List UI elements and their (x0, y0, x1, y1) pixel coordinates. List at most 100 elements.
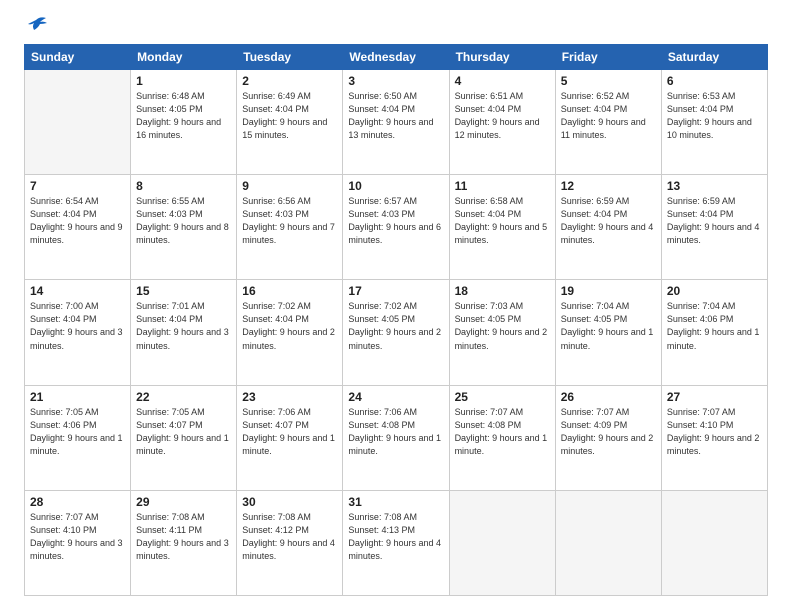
calendar-cell (449, 490, 555, 595)
calendar-cell: 22 Sunrise: 7:05 AMSunset: 4:07 PMDayligh… (131, 385, 237, 490)
day-number: 9 (242, 179, 337, 193)
day-info: Sunrise: 7:02 AMSunset: 4:04 PMDaylight:… (242, 300, 337, 352)
calendar-week-row: 28 Sunrise: 7:07 AMSunset: 4:10 PMDayligh… (25, 490, 768, 595)
calendar-cell: 27 Sunrise: 7:07 AMSunset: 4:10 PMDayligh… (661, 385, 767, 490)
calendar-day-header: Monday (131, 45, 237, 70)
calendar-cell: 24 Sunrise: 7:06 AMSunset: 4:08 PMDayligh… (343, 385, 449, 490)
calendar-cell: 25 Sunrise: 7:07 AMSunset: 4:08 PMDayligh… (449, 385, 555, 490)
day-number: 20 (667, 284, 762, 298)
day-number: 30 (242, 495, 337, 509)
day-info: Sunrise: 7:01 AMSunset: 4:04 PMDaylight:… (136, 300, 231, 352)
day-info: Sunrise: 6:55 AMSunset: 4:03 PMDaylight:… (136, 195, 231, 247)
day-number: 4 (455, 74, 550, 88)
day-number: 1 (136, 74, 231, 88)
day-info: Sunrise: 7:08 AMSunset: 4:11 PMDaylight:… (136, 511, 231, 563)
day-number: 15 (136, 284, 231, 298)
day-number: 11 (455, 179, 550, 193)
day-info: Sunrise: 7:06 AMSunset: 4:08 PMDaylight:… (348, 406, 443, 458)
calendar-cell (25, 70, 131, 175)
day-number: 16 (242, 284, 337, 298)
calendar-cell: 3 Sunrise: 6:50 AMSunset: 4:04 PMDaylight… (343, 70, 449, 175)
day-number: 6 (667, 74, 762, 88)
day-info: Sunrise: 6:50 AMSunset: 4:04 PMDaylight:… (348, 90, 443, 142)
calendar-cell: 31 Sunrise: 7:08 AMSunset: 4:13 PMDayligh… (343, 490, 449, 595)
day-number: 25 (455, 390, 550, 404)
day-number: 12 (561, 179, 656, 193)
day-info: Sunrise: 6:51 AMSunset: 4:04 PMDaylight:… (455, 90, 550, 142)
calendar-cell: 14 Sunrise: 7:00 AMSunset: 4:04 PMDayligh… (25, 280, 131, 385)
calendar-cell: 15 Sunrise: 7:01 AMSunset: 4:04 PMDayligh… (131, 280, 237, 385)
day-info: Sunrise: 7:08 AMSunset: 4:13 PMDaylight:… (348, 511, 443, 563)
day-info: Sunrise: 6:49 AMSunset: 4:04 PMDaylight:… (242, 90, 337, 142)
day-number: 2 (242, 74, 337, 88)
day-number: 13 (667, 179, 762, 193)
day-number: 7 (30, 179, 125, 193)
day-info: Sunrise: 6:48 AMSunset: 4:05 PMDaylight:… (136, 90, 231, 142)
day-info: Sunrise: 7:07 AMSunset: 4:09 PMDaylight:… (561, 406, 656, 458)
calendar-week-row: 21Sunrise: 7:05 AMSunset: 4:06 PMDayligh… (25, 385, 768, 490)
day-number: 22 (136, 390, 231, 404)
day-number: 26 (561, 390, 656, 404)
calendar-cell: 11Sunrise: 6:58 AMSunset: 4:04 PMDayligh… (449, 175, 555, 280)
day-number: 19 (561, 284, 656, 298)
day-number: 3 (348, 74, 443, 88)
day-info: Sunrise: 7:03 AMSunset: 4:05 PMDaylight:… (455, 300, 550, 352)
calendar-cell: 4 Sunrise: 6:51 AMSunset: 4:04 PMDaylight… (449, 70, 555, 175)
day-number: 5 (561, 74, 656, 88)
header (24, 20, 768, 34)
calendar-cell: 29 Sunrise: 7:08 AMSunset: 4:11 PMDayligh… (131, 490, 237, 595)
day-info: Sunrise: 7:05 AMSunset: 4:07 PMDaylight:… (136, 406, 231, 458)
calendar-day-header: Tuesday (237, 45, 343, 70)
calendar-cell: 20 Sunrise: 7:04 AMSunset: 4:06 PMDayligh… (661, 280, 767, 385)
calendar-cell: 23 Sunrise: 7:06 AMSunset: 4:07 PMDayligh… (237, 385, 343, 490)
logo-bird-icon (26, 16, 48, 36)
day-number: 18 (455, 284, 550, 298)
calendar-cell: 30 Sunrise: 7:08 AMSunset: 4:12 PMDayligh… (237, 490, 343, 595)
calendar-cell: 19 Sunrise: 7:04 AMSunset: 4:05 PMDayligh… (555, 280, 661, 385)
calendar-day-header: Wednesday (343, 45, 449, 70)
calendar-cell: 13 Sunrise: 6:59 AMSunset: 4:04 PMDayligh… (661, 175, 767, 280)
calendar-cell: 1 Sunrise: 6:48 AMSunset: 4:05 PMDaylight… (131, 70, 237, 175)
calendar-cell: 28 Sunrise: 7:07 AMSunset: 4:10 PMDayligh… (25, 490, 131, 595)
calendar-cell: 7Sunrise: 6:54 AMSunset: 4:04 PMDaylight… (25, 175, 131, 280)
day-number: 28 (30, 495, 125, 509)
day-info: Sunrise: 7:07 AMSunset: 4:08 PMDaylight:… (455, 406, 550, 458)
day-info: Sunrise: 6:59 AMSunset: 4:04 PMDaylight:… (667, 195, 762, 247)
day-number: 31 (348, 495, 443, 509)
calendar-header-row: SundayMondayTuesdayWednesdayThursdayFrid… (25, 45, 768, 70)
day-number: 21 (30, 390, 125, 404)
day-info: Sunrise: 7:07 AMSunset: 4:10 PMDaylight:… (30, 511, 125, 563)
day-number: 27 (667, 390, 762, 404)
day-number: 23 (242, 390, 337, 404)
day-number: 8 (136, 179, 231, 193)
calendar-cell: 18 Sunrise: 7:03 AMSunset: 4:05 PMDayligh… (449, 280, 555, 385)
calendar-cell: 16 Sunrise: 7:02 AMSunset: 4:04 PMDayligh… (237, 280, 343, 385)
day-number: 10 (348, 179, 443, 193)
day-number: 29 (136, 495, 231, 509)
calendar-cell: 5Sunrise: 6:52 AMSunset: 4:04 PMDaylight… (555, 70, 661, 175)
calendar-week-row: 14 Sunrise: 7:00 AMSunset: 4:04 PMDayligh… (25, 280, 768, 385)
day-number: 14 (30, 284, 125, 298)
calendar-day-header: Thursday (449, 45, 555, 70)
day-info: Sunrise: 7:07 AMSunset: 4:10 PMDaylight:… (667, 406, 762, 458)
day-number: 24 (348, 390, 443, 404)
calendar-cell: 6 Sunrise: 6:53 AMSunset: 4:04 PMDaylight… (661, 70, 767, 175)
calendar-cell: 21Sunrise: 7:05 AMSunset: 4:06 PMDayligh… (25, 385, 131, 490)
day-info: Sunrise: 7:06 AMSunset: 4:07 PMDaylight:… (242, 406, 337, 458)
day-info: Sunrise: 7:04 AMSunset: 4:05 PMDaylight:… (561, 300, 656, 352)
calendar-cell (555, 490, 661, 595)
calendar-day-header: Friday (555, 45, 661, 70)
calendar-cell (661, 490, 767, 595)
calendar-table: SundayMondayTuesdayWednesdayThursdayFrid… (24, 44, 768, 596)
logo (24, 20, 48, 34)
calendar-week-row: 7Sunrise: 6:54 AMSunset: 4:04 PMDaylight… (25, 175, 768, 280)
day-info: Sunrise: 6:56 AMSunset: 4:03 PMDaylight:… (242, 195, 337, 247)
calendar-day-header: Saturday (661, 45, 767, 70)
calendar-cell: 12Sunrise: 6:59 AMSunset: 4:04 PMDayligh… (555, 175, 661, 280)
day-info: Sunrise: 7:08 AMSunset: 4:12 PMDaylight:… (242, 511, 337, 563)
day-info: Sunrise: 7:04 AMSunset: 4:06 PMDaylight:… (667, 300, 762, 352)
day-info: Sunrise: 6:53 AMSunset: 4:04 PMDaylight:… (667, 90, 762, 142)
day-info: Sunrise: 7:00 AMSunset: 4:04 PMDaylight:… (30, 300, 125, 352)
logo-block (24, 20, 48, 34)
day-info: Sunrise: 7:02 AMSunset: 4:05 PMDaylight:… (348, 300, 443, 352)
